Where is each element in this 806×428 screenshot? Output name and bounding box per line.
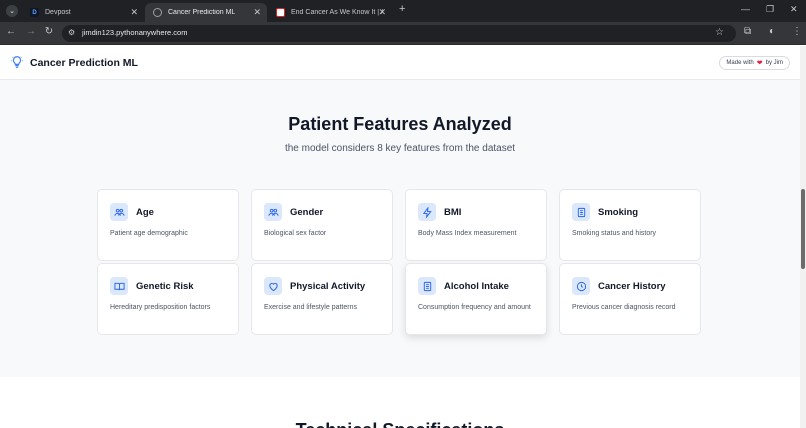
tab-cancer-prediction[interactable]: Cancer Prediction ML ✕ [145,3,267,22]
site-title[interactable]: Cancer Prediction ML [30,57,138,69]
extensions-icon[interactable]: ⧉ [744,26,751,37]
feature-card-gender: Gender Biological sex factor [251,189,393,261]
site-header: Cancer Prediction ML Made with ❤ by Jim [0,46,800,80]
page-content: Cancer Prediction ML Made with ❤ by Jim … [0,46,800,428]
feature-title: Physical Activity [290,281,366,292]
users-icon [264,203,282,221]
feature-title: Gender [290,207,324,218]
building-icon [572,203,590,221]
window-close-button[interactable]: ✕ [790,4,798,15]
feature-description: Patient age demographic [110,230,188,237]
address-bar[interactable]: ⚙ jimdin123.pythonanywhere.com ☆ [62,25,736,42]
heart-icon [264,277,282,295]
feature-title: Genetic Risk [136,281,194,292]
tab-title: End Cancer As We Know It | Am [291,9,383,16]
made-with-badge: Made with ❤ by Jim [719,56,790,70]
restore-button[interactable]: ❐ [766,4,774,15]
tab-close-icon[interactable]: ✕ [378,7,386,18]
tab-title: Cancer Prediction ML [168,9,236,16]
new-tab-button[interactable]: + [399,3,405,15]
profile-icon[interactable]: ◐ [769,26,775,37]
feature-description: Exercise and lifestyle patterns [264,304,357,311]
feature-description: Body Mass Index measurement [418,230,517,237]
feature-card-alcohol-intake: Alcohol Intake Consumption frequency and… [405,263,547,335]
tab-close-icon[interactable]: ✕ [130,7,138,18]
section-title: Patient Features Analyzed [288,114,512,134]
globe-favicon-icon [153,8,162,17]
technical-section-title: Technical Specifications [0,420,800,428]
feature-card-smoking: Smoking Smoking status and history [559,189,701,261]
minimize-button[interactable]: — [741,4,750,14]
clock-icon [572,277,590,295]
activity-icon [418,203,436,221]
feature-card-genetic-risk: Genetic Risk Hereditary predisposition f… [97,263,239,335]
feature-card-bmi: BMI Body Mass Index measurement [405,189,547,261]
browser-tab-bar: ⌄ D Devpost ✕ Cancer Prediction ML ✕ End… [0,0,806,22]
forward-button[interactable]: → [24,26,38,37]
lightbulb-icon [11,56,23,68]
feature-description: Previous cancer diagnosis record [572,304,676,311]
author-label: by Jim [765,60,783,66]
feature-description: Biological sex factor [264,230,327,237]
site-info-icon[interactable]: ⚙ [68,28,75,37]
feature-description: Hereditary predisposition factors [110,304,211,311]
feature-title: Cancer History [598,281,666,292]
feature-description: Smoking status and history [572,230,657,237]
feature-title: Alcohol Intake [444,281,509,292]
feature-card-cancer-history: Cancer History Previous cancer diagnosis… [559,263,701,335]
tab-search-button[interactable]: ⌄ [6,5,18,17]
url-text[interactable]: jimdin123.pythonanywhere.com [82,28,187,37]
feature-title: BMI [444,207,462,218]
address-bar-row: ← → ↻ ⚙ jimdin123.pythonanywhere.com ☆ ⧉… [0,22,806,45]
made-with-label: Made with [726,60,754,66]
building-icon [418,277,436,295]
bookmark-star-icon[interactable]: ☆ [715,27,724,38]
feature-title: Age [136,207,154,218]
section-subtitle: the model considers 8 key features from … [284,143,516,154]
tab-close-icon[interactable]: ✕ [253,7,261,18]
back-button[interactable]: ← [4,26,18,37]
heart-icon: ❤ [756,60,763,67]
tab-end-cancer[interactable]: End Cancer As We Know It | Am ✕ [268,3,392,22]
menu-icon[interactable]: ⋮ [792,26,802,37]
site-favicon-icon [276,8,285,17]
page-scrollbar[interactable] [800,46,806,428]
feature-card-age: Age Patient age demographic [97,189,239,261]
feature-card-physical-activity: Physical Activity Exercise and lifestyle… [251,263,393,335]
reload-button[interactable]: ↻ [42,26,56,37]
feature-description: Consumption frequency and amount [418,304,531,311]
users-icon [110,203,128,221]
book-icon [110,277,128,295]
scrollbar-thumb[interactable] [801,189,805,269]
tab-devpost[interactable]: D Devpost ✕ [22,3,144,22]
feature-title: Smoking [598,207,639,218]
tab-title: Devpost [45,9,71,16]
devpost-favicon-icon: D [30,8,39,17]
